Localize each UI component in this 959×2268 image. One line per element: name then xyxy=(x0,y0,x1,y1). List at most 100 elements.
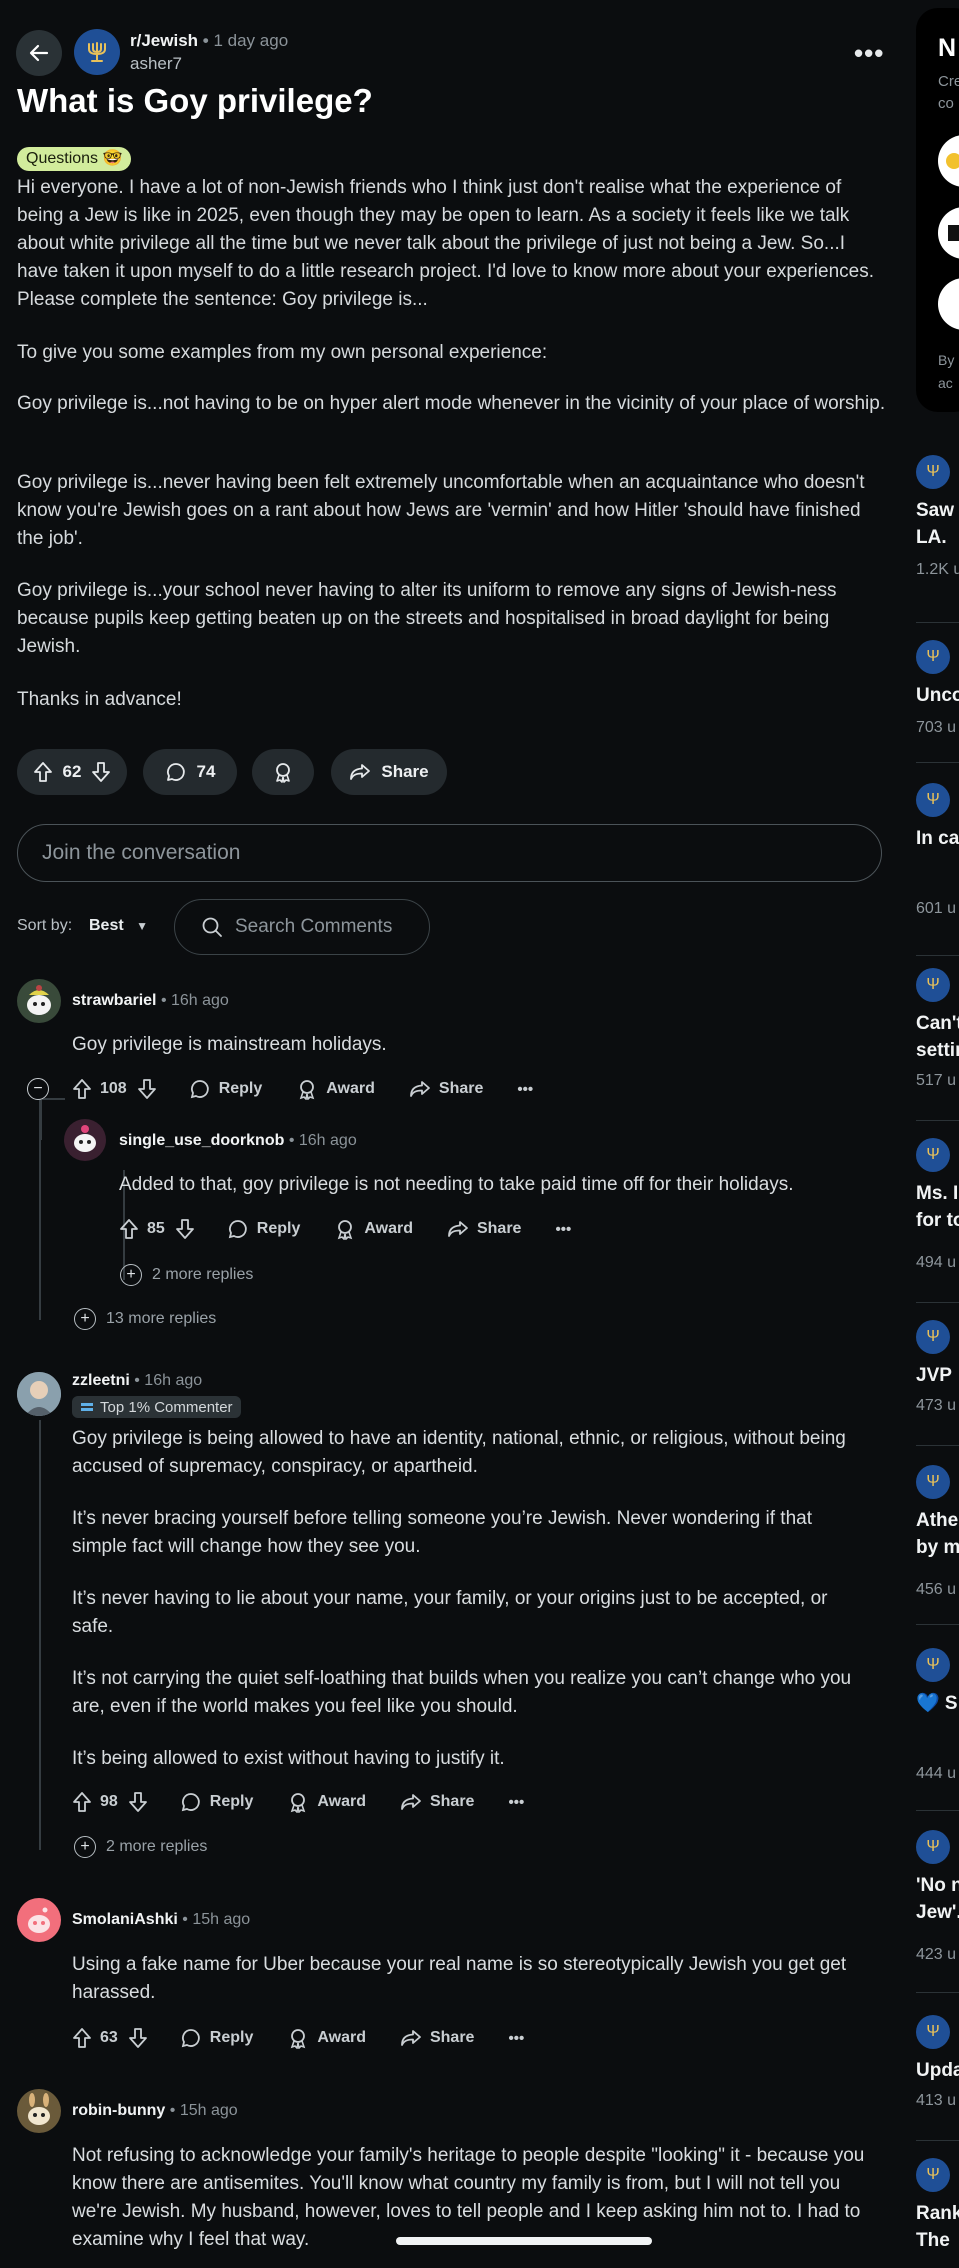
related-post-title: Saw xyxy=(916,500,955,521)
award-button[interactable]: Award xyxy=(334,1218,413,1240)
reply-icon xyxy=(190,1080,209,1099)
badge-label: Top 1% Commenter xyxy=(100,1398,233,1416)
avatar[interactable] xyxy=(64,1119,106,1161)
reply-button[interactable]: Reply xyxy=(180,1791,253,1813)
upvote-button[interactable]: 98 xyxy=(72,1791,118,1813)
upvote-button[interactable]: 108 xyxy=(72,1078,127,1100)
related-post[interactable]: Ψ Rank The xyxy=(916,2158,959,2254)
reply-button[interactable]: Reply xyxy=(189,1078,262,1100)
more-options-icon[interactable]: ••• xyxy=(555,1221,571,1238)
related-post-title: by m xyxy=(916,1537,959,1558)
related-post-meta: 473 u xyxy=(916,1397,957,1414)
related-post[interactable]: Ψ Athe by m 456 u xyxy=(916,1465,959,1599)
divider xyxy=(916,2140,959,2141)
comment-body: It’s not carrying the quiet self-loathin… xyxy=(72,1668,852,1717)
comment-username[interactable]: strawbariel xyxy=(72,992,156,1009)
related-post[interactable]: Ψ Saw LA. 1.2K u xyxy=(916,455,959,579)
arrow-left-icon xyxy=(29,44,49,62)
comment-username[interactable]: SmolaniAshki xyxy=(72,1911,178,1928)
sign-in-button[interactable] xyxy=(938,135,959,187)
upvote-button[interactable]: 63 xyxy=(72,2027,118,2049)
ribbon-icon xyxy=(81,1403,93,1411)
collapse-thread-icon[interactable]: − xyxy=(27,1078,49,1100)
post-author[interactable]: asher7 xyxy=(130,54,182,74)
reply-icon xyxy=(181,2029,200,2048)
post-title: What is Goy privilege? xyxy=(17,82,373,119)
downvote-button[interactable] xyxy=(175,1218,195,1240)
avatar[interactable] xyxy=(17,1898,61,1942)
more-replies-button[interactable]: + 2 more replies xyxy=(74,1836,207,1858)
post-flair[interactable]: Questions 🤓 xyxy=(17,147,132,171)
subreddit-name[interactable]: r/Jewish xyxy=(130,31,198,50)
avatar[interactable] xyxy=(17,1372,61,1416)
comment-username[interactable]: robin-bunny xyxy=(72,2102,165,2119)
sign-in-button[interactable] xyxy=(938,207,959,259)
more-options-icon[interactable]: ••• xyxy=(854,38,884,69)
share-button[interactable]: Share xyxy=(400,1792,474,1812)
avatar[interactable] xyxy=(17,979,61,1023)
upvote-button[interactable]: 85 xyxy=(119,1218,165,1240)
downvote-button[interactable] xyxy=(128,2027,148,2049)
subreddit-avatar: Ψ xyxy=(916,1648,950,1682)
comments-button[interactable]: 74 xyxy=(143,749,237,795)
award-button[interactable]: Award xyxy=(287,1791,366,1813)
related-post[interactable]: Ψ 💙 S 444 u xyxy=(916,1648,959,1783)
default-snoo-icon xyxy=(28,1907,50,1933)
comment-time: 15h ago xyxy=(179,2102,238,2119)
comment-body: Goy privilege is mainstream holidays. xyxy=(72,1034,387,1055)
upvote-icon xyxy=(73,2028,91,2048)
join-conversation-input[interactable]: Join the conversation xyxy=(17,824,882,882)
comment-actions: 108 Reply Award Share ••• xyxy=(72,1078,533,1100)
upvote-icon[interactable] xyxy=(33,761,53,783)
share-button[interactable]: Share xyxy=(400,2028,474,2048)
sidebar-card-footer: ac xyxy=(938,375,953,391)
subreddit-avatar[interactable] xyxy=(74,29,120,75)
post-body-paragraph: Goy privilege is...your school never hav… xyxy=(17,580,837,657)
sort-dropdown[interactable]: Best ▼ xyxy=(89,917,148,935)
related-post[interactable]: Ψ JVP 473 u xyxy=(916,1320,959,1415)
related-post[interactable]: Ψ In ca 601 u xyxy=(916,783,959,918)
award-icon xyxy=(276,763,290,783)
more-options-icon[interactable]: ••• xyxy=(508,2030,524,2047)
related-post[interactable]: Ψ Upda 413 u xyxy=(916,2015,959,2110)
upvote-icon xyxy=(120,1219,138,1239)
related-post-title: Ms. I xyxy=(916,1183,959,1204)
share-button[interactable]: Share xyxy=(331,749,447,795)
subreddit-name-row[interactable]: r/Jewish • 1 day ago xyxy=(130,31,288,51)
comment-count: 74 xyxy=(196,762,216,781)
sign-in-button[interactable] xyxy=(938,278,959,330)
search-comments-input[interactable]: Search Comments xyxy=(174,899,430,955)
more-options-icon[interactable]: ••• xyxy=(508,1794,524,1811)
comment-username[interactable]: zzleetni xyxy=(72,1372,130,1389)
award-button[interactable]: Award xyxy=(287,2027,366,2049)
share-button[interactable]: Share xyxy=(447,1219,521,1239)
related-post[interactable]: Ψ Can't settir 517 u xyxy=(916,968,959,1090)
divider xyxy=(916,622,959,623)
post-body-paragraph: Goy privilege is...not having to be on h… xyxy=(17,393,886,414)
comment-username[interactable]: single_use_doorknob xyxy=(119,1132,284,1149)
more-replies-button[interactable]: + 2 more replies xyxy=(120,1264,253,1286)
downvote-icon[interactable] xyxy=(91,761,111,783)
back-button[interactable] xyxy=(16,30,62,76)
post-time: 1 day ago xyxy=(213,31,289,50)
more-options-icon[interactable]: ••• xyxy=(517,1081,533,1098)
share-icon xyxy=(350,764,371,780)
downvote-button[interactable] xyxy=(137,1078,157,1100)
more-replies-button[interactable]: + 13 more replies xyxy=(74,1308,216,1330)
related-post-title: Athe xyxy=(916,1510,959,1531)
share-button[interactable]: Share xyxy=(409,1079,483,1099)
related-post[interactable]: Ψ Ms. I for to 494 u xyxy=(916,1138,959,1272)
post-body-paragraph: Thanks in advance! xyxy=(17,689,182,710)
share-label: Share xyxy=(438,1080,484,1097)
award-button[interactable]: Award xyxy=(296,1078,375,1100)
reply-button[interactable]: Reply xyxy=(180,2027,253,2049)
related-post[interactable]: Ψ Unco 703 u xyxy=(916,640,959,737)
comment-body: Using a fake name for Uber because your … xyxy=(72,1954,847,2003)
downvote-button[interactable] xyxy=(128,1791,148,1813)
avatar[interactable] xyxy=(17,2089,61,2133)
reply-button[interactable]: Reply xyxy=(227,1218,300,1240)
home-indicator[interactable] xyxy=(396,2237,652,2245)
related-post-title: 'No n xyxy=(916,1875,959,1896)
award-button[interactable] xyxy=(252,749,314,795)
related-post[interactable]: Ψ 'No n Jew'. 423 u xyxy=(916,1830,959,1964)
